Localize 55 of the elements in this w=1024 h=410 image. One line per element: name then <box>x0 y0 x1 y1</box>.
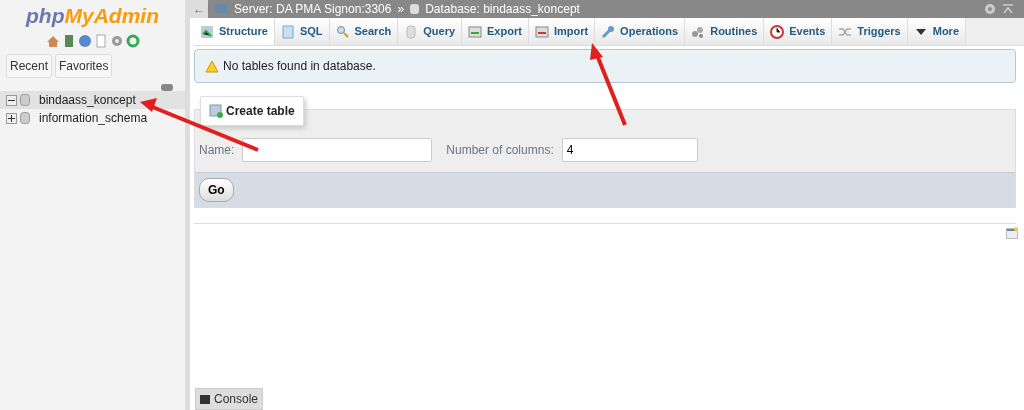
panel-title: Create table <box>226 103 295 120</box>
tab[interactable]: Operations <box>595 18 686 45</box>
tab[interactable]: Import <box>528 18 596 45</box>
tree-row[interactable]: information_schema <box>0 109 185 127</box>
terminal-icon <box>200 394 210 404</box>
tab[interactable]: Events <box>764 18 833 45</box>
go-button[interactable]: Go <box>199 178 234 202</box>
collapse-icon[interactable] <box>6 94 17 106</box>
field-label: Number of columns: <box>446 142 554 159</box>
notepad-icon <box>1006 227 1018 239</box>
sidebar-tab[interactable]: Recent <box>6 54 53 78</box>
database-name: bindaass_koncept <box>39 92 136 109</box>
gears-icon <box>691 24 706 39</box>
export-icon <box>468 24 483 39</box>
gear-icon[interactable] <box>109 34 124 48</box>
columns-field[interactable]: 4 <box>561 138 698 162</box>
server-icon <box>214 3 228 15</box>
database-icon <box>20 94 30 106</box>
collapse-icon <box>1002 3 1014 15</box>
notice-text: No tables found in database. <box>223 58 376 75</box>
database-name: information_schema <box>39 110 148 127</box>
document-icon[interactable] <box>93 34 108 48</box>
separator: » <box>397 1 405 18</box>
server-link[interactable]: Server: DA PMA Signon:3306 <box>234 0 392 18</box>
home-icon[interactable] <box>45 34 60 48</box>
console-tab[interactable]: Console <box>195 388 264 410</box>
expand-icon[interactable] <box>6 112 17 124</box>
app-logo: phpMyAdmin <box>24 4 160 28</box>
wrench-icon <box>601 24 616 39</box>
tab[interactable]: SQL <box>274 18 330 45</box>
tab[interactable]: Routines <box>685 18 765 45</box>
tab[interactable]: Triggers <box>832 18 908 45</box>
name-field[interactable] <box>242 138 433 162</box>
gear-icon <box>984 3 996 15</box>
tab[interactable]: Structure <box>194 18 275 45</box>
tab[interactable]: Query <box>398 18 463 45</box>
back-button[interactable]: ← <box>190 0 208 18</box>
sidebar-tab[interactable]: Favorites <box>55 54 113 78</box>
warning-icon <box>205 59 219 73</box>
tree-row[interactable]: bindaass_koncept <box>0 91 185 109</box>
table-icon <box>200 24 214 39</box>
link-icon <box>161 84 173 91</box>
table-add-icon <box>209 104 223 118</box>
sheet-icon <box>280 24 295 39</box>
database-icon <box>20 112 30 124</box>
database-link[interactable]: Database: bindaass_koncept <box>425 0 978 18</box>
database-icon <box>410 3 420 15</box>
tab[interactable]: Export <box>462 18 529 45</box>
database-icon <box>404 24 419 39</box>
tab[interactable]: More <box>907 18 966 45</box>
clock-icon <box>770 24 785 39</box>
tab[interactable]: Search <box>329 18 399 45</box>
field-label: Name: <box>199 142 235 159</box>
search-icon <box>335 24 350 39</box>
import-icon <box>534 24 549 39</box>
